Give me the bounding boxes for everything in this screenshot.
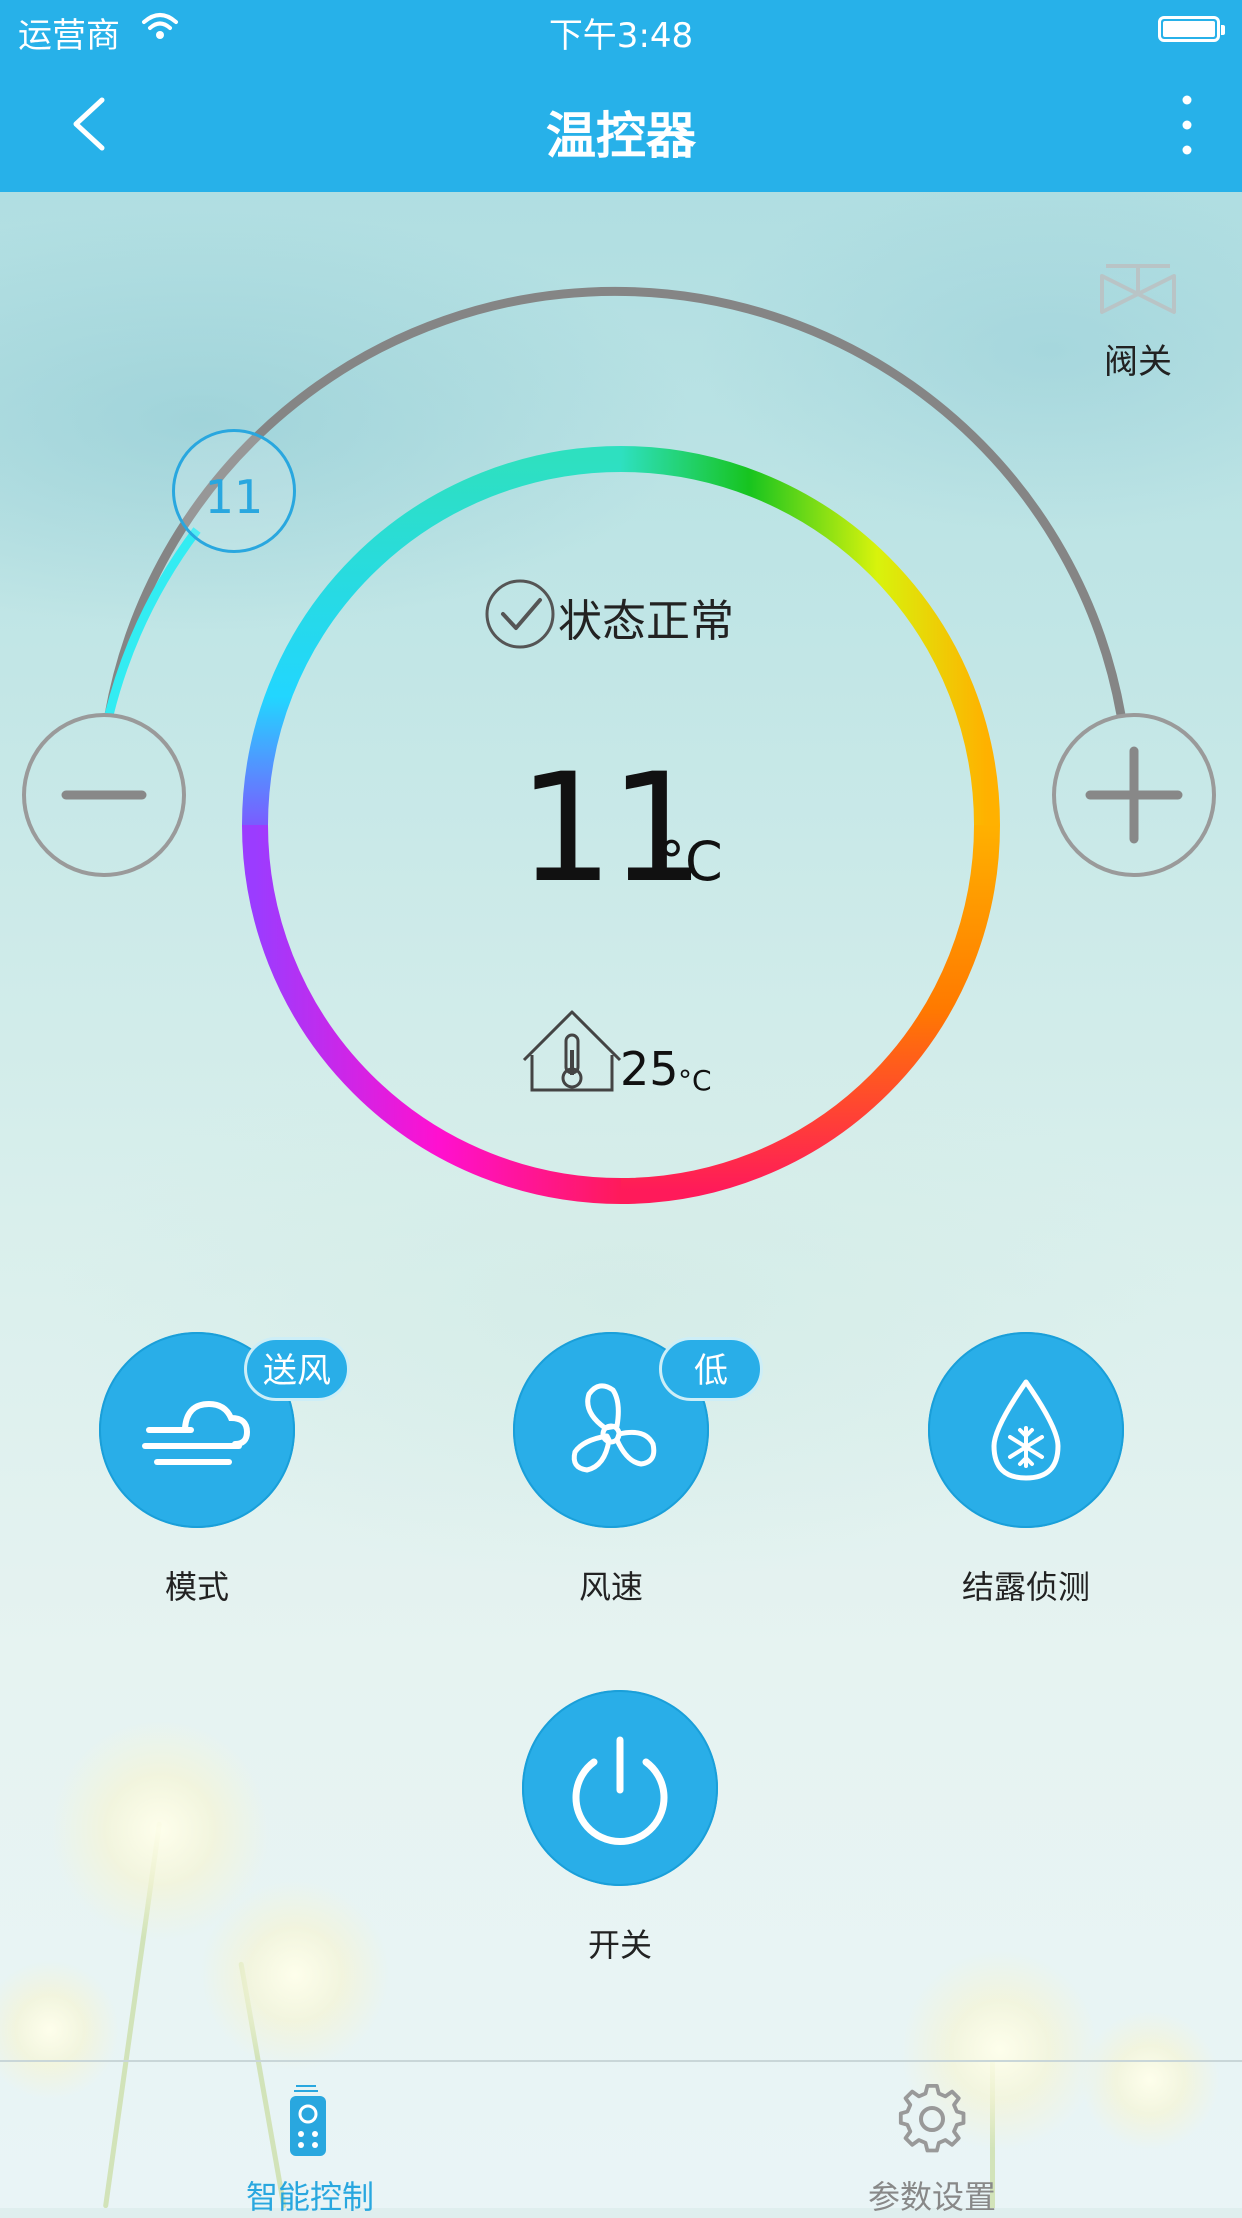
set-temperature-unit: °C bbox=[658, 830, 723, 893]
tab-parameter-settings[interactable]: 参数设置 bbox=[782, 2062, 1082, 2216]
tab-smart-control[interactable]: 智能控制 bbox=[160, 2062, 460, 2216]
check-circle-icon bbox=[485, 579, 555, 649]
room-temperature: 25 bbox=[620, 1042, 679, 1096]
gear-icon bbox=[898, 2084, 966, 2153]
minus-icon bbox=[61, 790, 147, 800]
plus-icon bbox=[1085, 746, 1183, 844]
setpoint-knob-value: 11 bbox=[204, 470, 264, 524]
snowflake-drop-icon bbox=[991, 1379, 1061, 1481]
dew-detection-button[interactable] bbox=[928, 1332, 1124, 1528]
fan-speed-badge: 低 bbox=[659, 1337, 763, 1401]
power-button[interactable] bbox=[522, 1690, 718, 1886]
increase-temp-button[interactable] bbox=[1052, 713, 1216, 877]
fan-speed-label: 风速 bbox=[578, 1568, 643, 1606]
decrease-temp-button[interactable] bbox=[22, 713, 186, 877]
remote-control-icon bbox=[290, 2085, 326, 2156]
tab-parameter-settings-label: 参数设置 bbox=[867, 2178, 996, 2216]
house-thermometer-icon bbox=[522, 1010, 622, 1092]
room-temperature-unit: °C bbox=[678, 1064, 712, 1097]
mode-badge: 送风 bbox=[244, 1337, 350, 1401]
dandelion-flower bbox=[200, 1880, 390, 2070]
power-label: 开关 bbox=[587, 1926, 652, 1964]
mode-label: 模式 bbox=[164, 1568, 229, 1606]
status-text: 状态正常 bbox=[558, 596, 734, 647]
tab-smart-control-label: 智能控制 bbox=[245, 2178, 374, 2216]
power-icon bbox=[572, 1736, 668, 1845]
dew-detection-label: 结露侦测 bbox=[961, 1568, 1090, 1606]
tab-bar: 智能控制 参数设置 bbox=[0, 2060, 1242, 2216]
